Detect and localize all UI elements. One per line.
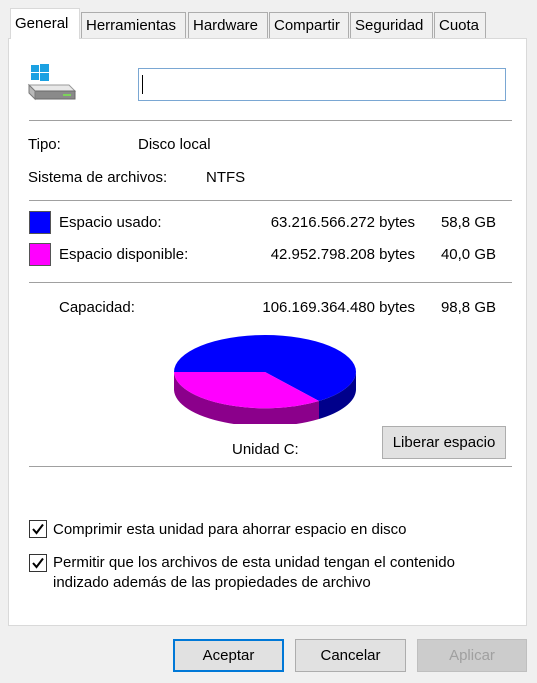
type-value: Disco local [138,136,211,153]
apply-button[interactable]: Aplicar [417,639,527,672]
checkmark-icon [32,557,44,569]
compress-label[interactable]: Comprimir esta unidad para ahorrar espac… [53,521,407,538]
tab-general[interactable]: General [10,8,80,39]
used-space-swatch [29,211,51,234]
ok-button[interactable]: Aceptar [173,639,284,672]
disk-usage-pie [172,328,358,427]
free-space-gb: 40,0 GB [440,246,496,263]
cancel-button[interactable]: Cancelar [295,639,406,672]
tab-seguridad[interactable]: Seguridad [350,12,433,38]
tab-compartir[interactable]: Compartir [269,12,349,38]
type-label: Tipo: [28,136,61,153]
index-checkbox[interactable] [29,554,47,572]
checkmark-icon [32,523,44,535]
index-label-line1[interactable]: Permitir que los archivos de esta unidad… [53,554,455,571]
divider-bottom [29,466,512,467]
disk-cleanup-button[interactable]: Liberar espacio [382,426,506,459]
tab-hardware[interactable]: Hardware [188,12,268,38]
used-space-label: Espacio usado: [59,214,162,231]
index-label-line2[interactable]: indizado además de las propiedades de ar… [53,574,371,591]
used-space-bytes: 63.216.566.272 bytes [270,214,415,231]
windows-drive-icon [25,61,77,103]
used-space-gb: 58,8 GB [440,214,496,231]
free-space-bytes: 42.952.798.208 bytes [270,246,415,263]
general-panel: Tipo: Disco local Sistema de archivos: N… [8,38,527,626]
divider-space [29,282,512,283]
filesystem-value: NTFS [206,169,246,186]
capacity-bytes: 106.169.364.480 bytes [262,299,415,316]
tab-herramientas[interactable]: Herramientas [81,12,186,38]
capacity-label: Capacidad: [59,299,135,316]
drive-label: Unidad C: [232,441,299,458]
free-space-label: Espacio disponible: [59,246,189,263]
tab-cuota[interactable]: Cuota [434,12,486,38]
capacity-gb: 98,8 GB [440,299,496,316]
volume-name-input[interactable] [138,68,506,101]
divider-top [29,120,512,121]
divider-info [29,200,512,201]
text-caret [142,75,143,94]
filesystem-label: Sistema de archivos: [28,169,168,186]
compress-checkbox[interactable] [29,520,47,538]
free-space-swatch [29,243,51,266]
